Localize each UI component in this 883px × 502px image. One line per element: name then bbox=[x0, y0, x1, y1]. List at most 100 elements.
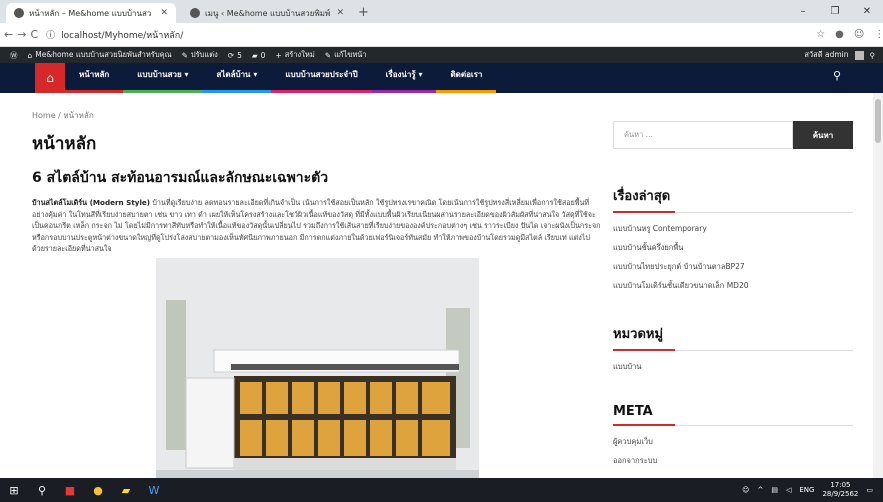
widget-title: META bbox=[613, 404, 853, 426]
bookmark-star-icon[interactable]: ☆ bbox=[816, 29, 825, 40]
wp-admin-bar: Ⓦ ⌂ Me&home แบบบ้านสวยนิยพันสำหรับคุณ ✎ … bbox=[0, 47, 883, 63]
search-button[interactable]: ค้นหา bbox=[793, 121, 853, 149]
address-bar: ← → C ⓘ localhost/Myhome/หน้าหลัก/ ☆ ● ☺… bbox=[0, 23, 883, 47]
breadcrumb: Home / หน้าหลัก bbox=[32, 111, 94, 120]
word-app-icon[interactable]: W bbox=[140, 478, 168, 502]
nav-item-knowledge[interactable]: เรื่องน่ารู้ ▾ bbox=[371, 63, 437, 93]
nav-item-label: หน้าหลัก bbox=[79, 69, 110, 79]
tray-chevron-icon[interactable]: ^ bbox=[757, 486, 763, 494]
clock-time: 17:05 bbox=[830, 481, 851, 489]
nav-item-label: แบบบ้านสวย ▾ bbox=[137, 69, 189, 79]
customize-label: ปรับแต่ง bbox=[190, 50, 218, 59]
nav-item-house-designs[interactable]: แบบบ้านสวย ▾ bbox=[123, 63, 203, 93]
browser-tab-home[interactable]: หน้าหลัก – Me&home แบบบ้านสว ✕ bbox=[6, 3, 176, 23]
chrome-favicon-icon bbox=[190, 8, 200, 18]
comments-link[interactable]: ▰ 0 bbox=[252, 51, 266, 60]
maximize-button[interactable]: ❐ bbox=[819, 0, 851, 22]
meta-widget: META ผู้ควบคุมเว็บ ออกจากระบบ bbox=[613, 404, 853, 470]
back-arrow-icon[interactable]: ← bbox=[4, 28, 13, 41]
customize-link[interactable]: ✎ ปรับแต่ง bbox=[182, 49, 218, 61]
site-name-label: Me&home แบบบ้านสวยนิยพันสำหรับคุณ bbox=[35, 50, 172, 59]
edit-page-link[interactable]: ✎ แก้ไขหน้า bbox=[325, 49, 367, 61]
chrome-favicon-icon bbox=[14, 8, 24, 18]
main-content: Home / หน้าหลัก หน้าหลัก 6 สไตล์บ้าน สะท… bbox=[32, 93, 602, 255]
url-input[interactable]: ⓘ localhost/Myhome/หน้าหลัก/ bbox=[46, 26, 806, 44]
forward-arrow-icon[interactable]: → bbox=[17, 28, 26, 41]
page-scrollbar[interactable] bbox=[873, 93, 883, 478]
profile-icon[interactable]: ☺ bbox=[854, 29, 864, 40]
file-explorer-icon[interactable]: ▰ bbox=[112, 478, 140, 502]
category-link[interactable]: แบบบ้าน bbox=[613, 357, 853, 376]
account-greeting[interactable]: สวัสดี admin bbox=[804, 49, 848, 61]
search-icon[interactable]: ⚲ bbox=[833, 69, 841, 82]
meta-link[interactable]: ผู้ควบคุมเว็บ bbox=[613, 432, 853, 451]
nav-item-label: แบบบ้านสวยประจำปี bbox=[285, 69, 358, 79]
featured-house-image[interactable] bbox=[156, 258, 479, 502]
info-icon[interactable]: ⓘ bbox=[46, 28, 55, 41]
url-text: localhost/Myhome/หน้าหลัก/ bbox=[61, 30, 184, 41]
new-content-label: สร้างใหม่ bbox=[284, 50, 315, 59]
recent-posts-widget: เรื่องล่าสุด แบบบ้านหรู Contemporary แบบ… bbox=[613, 185, 853, 295]
new-content-link[interactable]: + สร้างใหม่ bbox=[275, 49, 314, 61]
new-tab-button[interactable]: + bbox=[358, 5, 369, 20]
browser-tab-menu[interactable]: เมนู ‹ Me&home แบบบ้านสวยพิมพ์ ✕ bbox=[182, 3, 352, 23]
browser-tabstrip: หน้าหลัก – Me&home แบบบ้านสว ✕ เมนู ‹ Me… bbox=[0, 0, 883, 23]
minimize-button[interactable]: – bbox=[787, 0, 819, 22]
chrome-menu-icon[interactable]: ⋮ bbox=[874, 29, 883, 40]
edit-page-label: แก้ไขหน้า bbox=[334, 50, 367, 59]
tab-title: หน้าหลัก – Me&home แบบบ้านสว bbox=[29, 8, 152, 18]
widget-title: เรื่องล่าสุด bbox=[613, 185, 853, 213]
recent-post-link[interactable]: แบบบ้านไทยประยุกต์ บ้านบ้านตาลBP27 bbox=[613, 257, 853, 276]
comment-icon: ▰ bbox=[251, 50, 258, 60]
sidebar-search: ค้นหา ... ค้นหา bbox=[613, 121, 853, 149]
search-input[interactable]: ค้นหา ... bbox=[613, 121, 793, 149]
comments-count: 0 bbox=[260, 50, 266, 60]
notification-icon[interactable]: ▭ bbox=[866, 486, 873, 494]
clock[interactable]: 17:05 28/9/2562 bbox=[822, 481, 858, 499]
window-controls: – ❐ ✕ bbox=[787, 0, 883, 22]
modern-house-illustration bbox=[156, 258, 479, 502]
recent-post-link[interactable]: แบบบ้านโมเดิร์นชั้นเดียวขนาดเล็ก MD20 bbox=[613, 276, 853, 295]
widget-title: หมวดหมู่ bbox=[613, 323, 853, 351]
search-icon[interactable]: ⚲ bbox=[870, 51, 876, 60]
nav-item-house-styles[interactable]: สไตล์บ้าน ▾ bbox=[202, 63, 272, 93]
meta-link[interactable]: ออกจากระบบ bbox=[613, 451, 853, 470]
language-indicator[interactable]: ENG bbox=[799, 486, 814, 494]
pencil-icon: ✎ bbox=[324, 50, 332, 60]
sidebar: ค้นหา ... ค้นหา เรื่องล่าสุด แบบบ้านหรู … bbox=[613, 93, 853, 470]
system-tray: ☺ ^ ▤ ◁ ENG 17:05 28/9/2562 ▭ bbox=[742, 481, 873, 499]
network-icon[interactable]: ▤ bbox=[771, 486, 778, 494]
admin-site-name[interactable]: ⌂ Me&home แบบบ้านสวยนิยพันสำหรับคุณ bbox=[28, 49, 172, 61]
page-title: หน้าหลัก bbox=[32, 134, 97, 154]
close-tab-icon[interactable]: ✕ bbox=[336, 8, 344, 18]
post-excerpt: บ้านสไตล์โมเดิร์น (Modern Style) บ้านที่… bbox=[32, 197, 602, 255]
chrome-app-icon[interactable]: ● bbox=[84, 478, 112, 502]
clock-date: 28/9/2562 bbox=[822, 490, 859, 498]
nav-item-label: สไตล์บ้าน ▾ bbox=[216, 69, 258, 79]
recent-post-link[interactable]: แบบบ้านหรู Contemporary bbox=[613, 219, 853, 238]
updates-icon: ⟳ bbox=[227, 50, 235, 60]
nav-item-yearly-designs[interactable]: แบบบ้านสวยประจำปี bbox=[271, 63, 372, 93]
windows-taskbar: ⊞ ⚲ ■ ● ▰ W ☺ ^ ▤ ◁ ENG 17:05 28/9/2562 … bbox=[0, 478, 883, 502]
close-tab-icon[interactable]: ✕ bbox=[160, 8, 168, 18]
recent-post-link[interactable]: แบบบ้านชั้นครึ่งยกพื้น bbox=[613, 238, 853, 257]
post-lead: บ้านสไตล์โมเดิร์น (Modern Style) bbox=[32, 198, 151, 207]
categories-widget: หมวดหมู่ แบบบ้าน bbox=[613, 323, 853, 376]
search-icon[interactable]: ⚲ bbox=[28, 478, 56, 502]
wordpress-logo-icon[interactable]: Ⓦ bbox=[10, 50, 18, 61]
reload-icon[interactable]: C bbox=[30, 28, 38, 41]
windows-start-icon[interactable]: ⊞ bbox=[0, 478, 28, 502]
updates-link[interactable]: ⟳ 5 bbox=[228, 51, 242, 60]
volume-icon[interactable]: ◁ bbox=[786, 486, 791, 494]
task-view-icon[interactable]: ■ bbox=[56, 478, 84, 502]
avatar[interactable] bbox=[854, 50, 864, 60]
updates-count: 5 bbox=[237, 50, 242, 60]
nav-item-home[interactable]: หน้าหลัก bbox=[65, 63, 124, 93]
close-window-button[interactable]: ✕ bbox=[851, 0, 883, 22]
home-icon[interactable]: ⌂ bbox=[35, 63, 65, 93]
extension-icon[interactable]: ● bbox=[835, 29, 844, 40]
people-icon[interactable]: ☺ bbox=[742, 486, 749, 494]
post-title[interactable]: 6 สไตล์บ้าน สะท้อนอารมณ์และลักษณะเฉพาะตั… bbox=[32, 167, 602, 189]
scrollbar-thumb[interactable] bbox=[875, 99, 881, 143]
nav-item-contact[interactable]: ติดต่อเรา bbox=[436, 63, 497, 93]
